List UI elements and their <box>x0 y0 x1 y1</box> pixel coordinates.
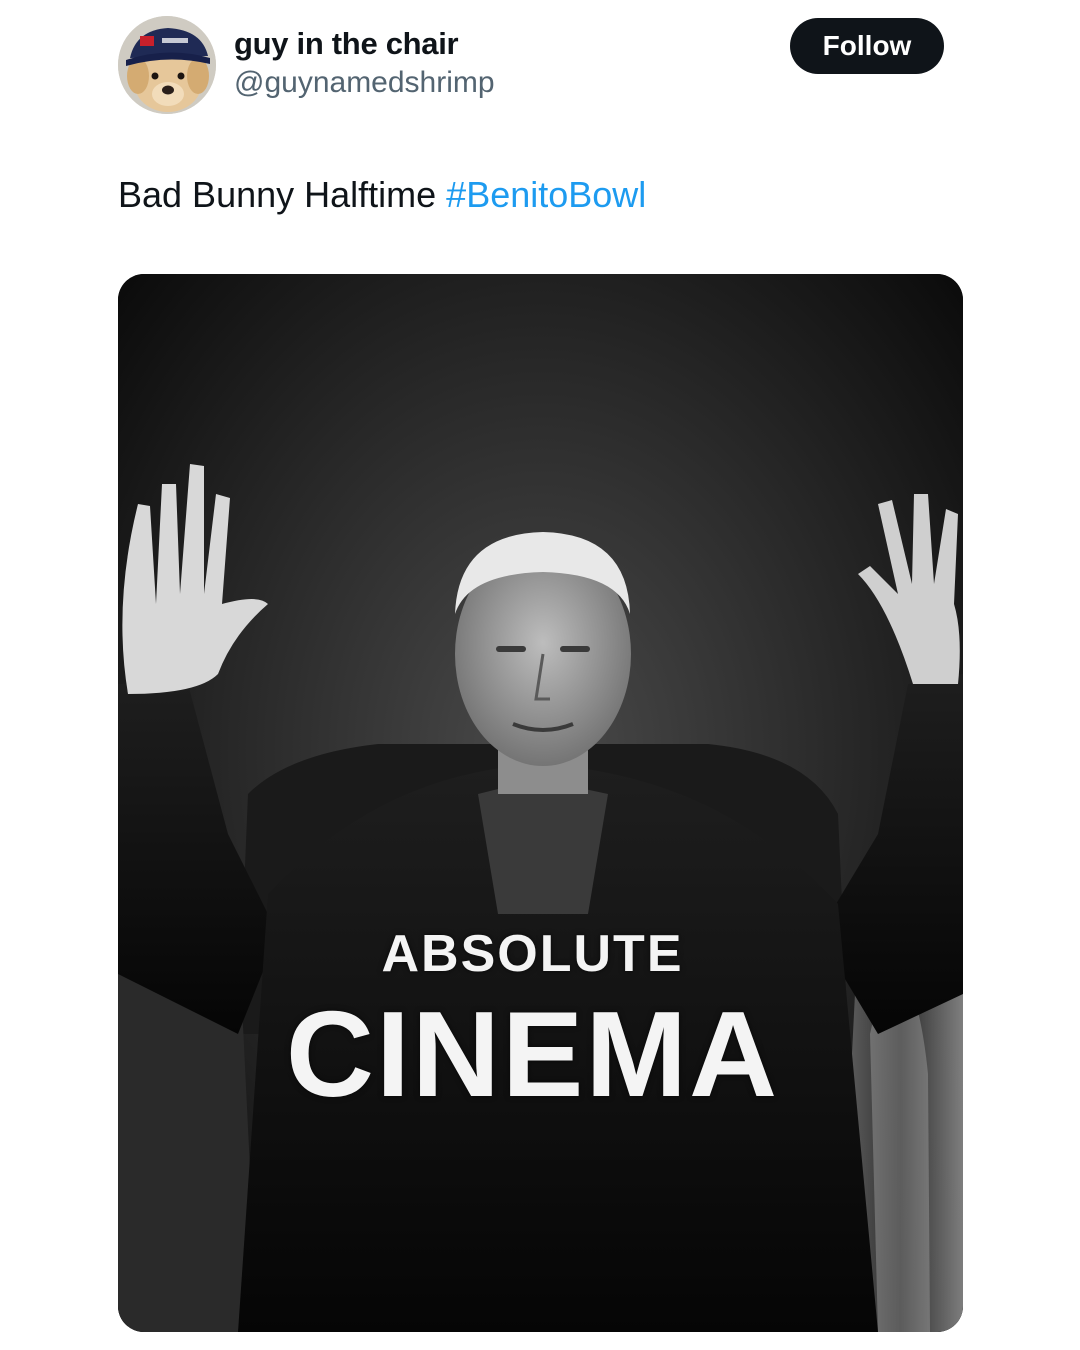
tweet-media-image[interactable]: ABSOLUTE CINEMA <box>118 274 963 1332</box>
meme-photo <box>118 274 963 1332</box>
follow-button[interactable]: Follow <box>790 18 944 74</box>
dog-avatar-icon <box>118 16 216 114</box>
meme-caption-bottom: CINEMA <box>285 986 780 1122</box>
tweet-body-text: Bad Bunny Halftime <box>118 174 447 215</box>
author-info: guy in the chair @guynamedshrimp <box>234 24 495 102</box>
author-handle[interactable]: @guynamedshrimp <box>234 64 495 102</box>
author-display-name[interactable]: guy in the chair <box>234 24 495 64</box>
hashtag-link[interactable]: #BenitoBowl <box>446 174 646 215</box>
tweet-header: guy in the chair @guynamedshrimp Follow <box>118 16 944 116</box>
meme-caption-top: ABSOLUTE <box>381 925 684 983</box>
author-avatar[interactable] <box>118 16 216 114</box>
tweet-text: Bad Bunny Halftime #BenitoBowl <box>118 172 646 218</box>
